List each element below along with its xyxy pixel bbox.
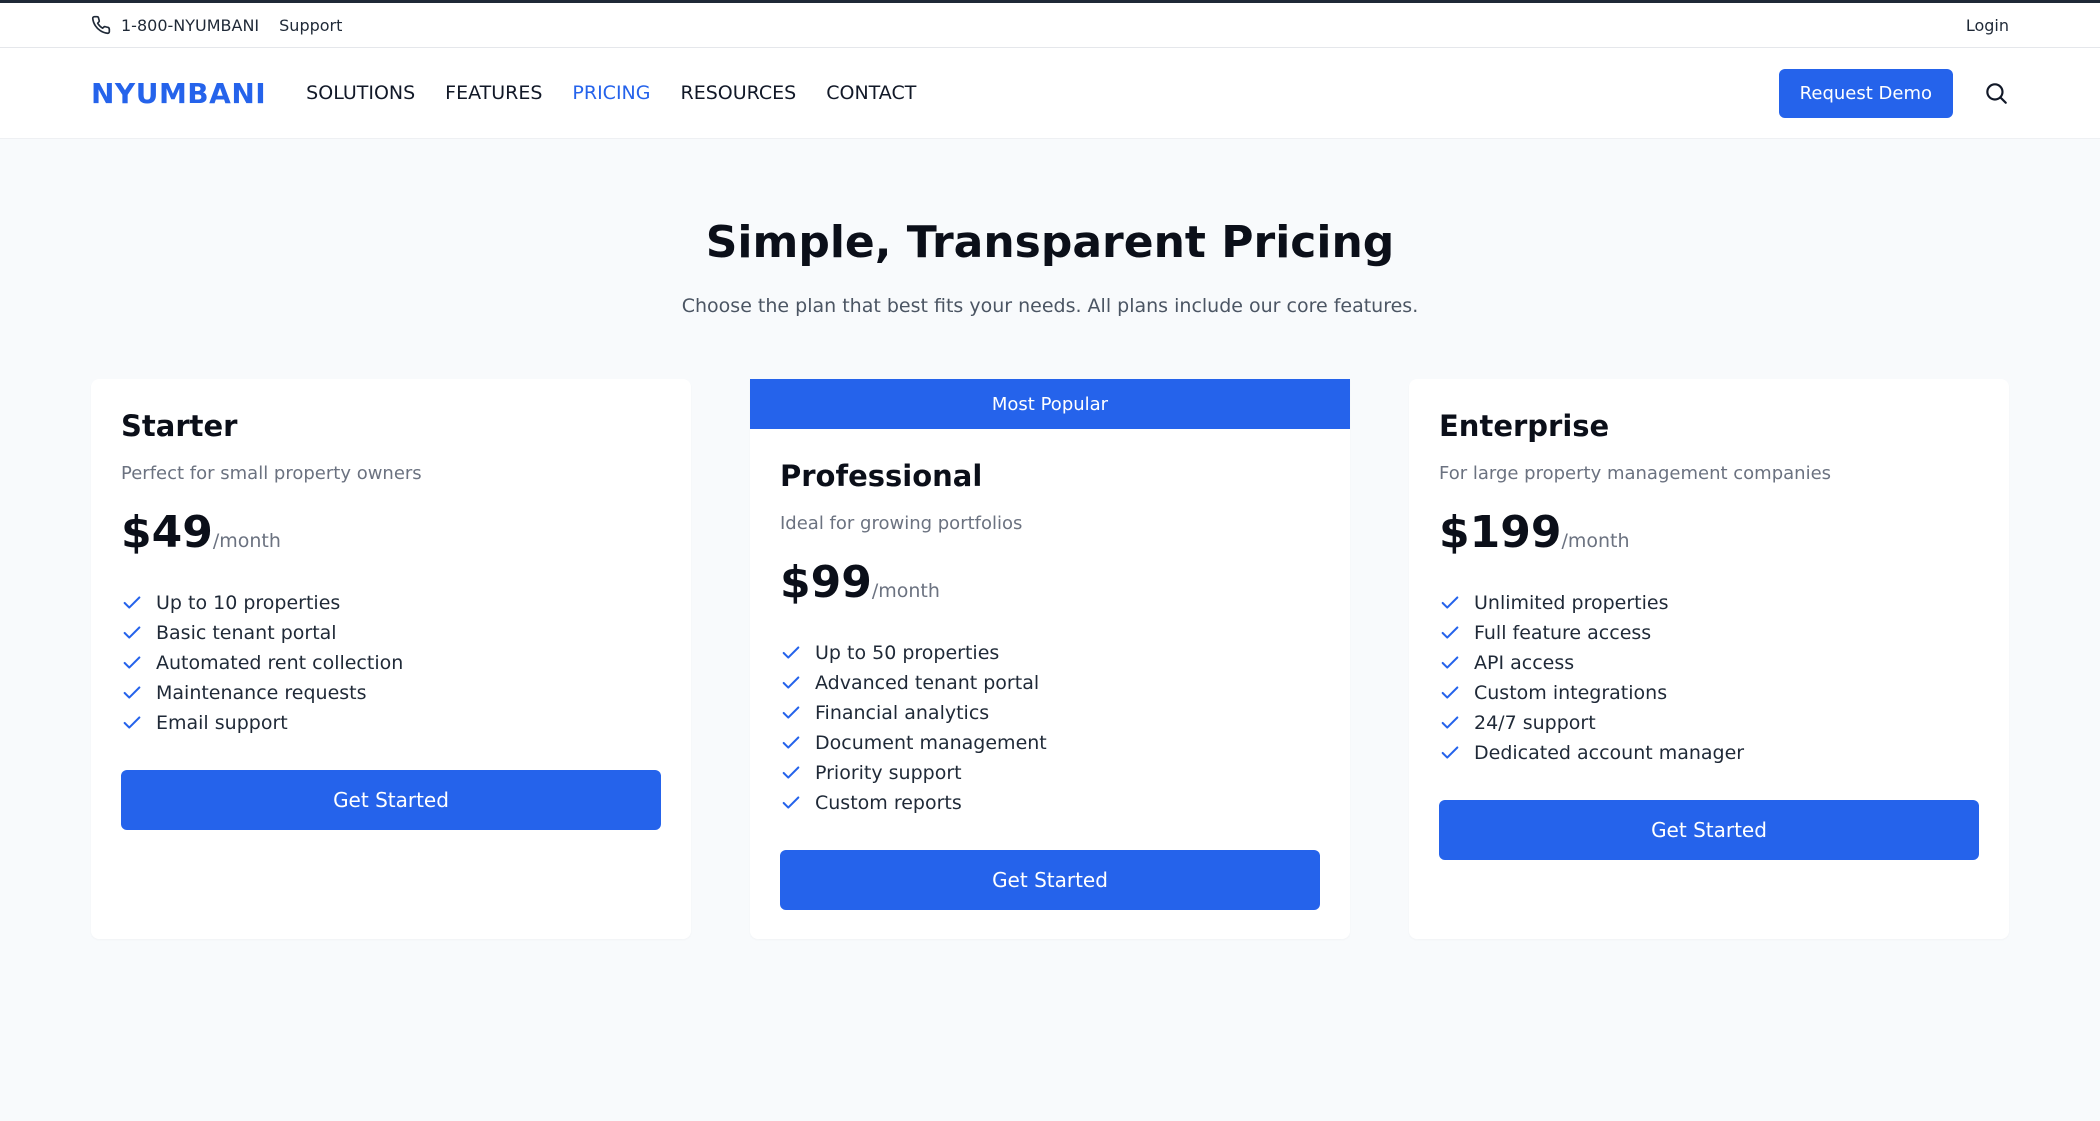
feature-text: API access — [1474, 652, 1575, 674]
nav-link-resources[interactable]: RESOURCES — [681, 82, 797, 104]
check-icon — [780, 762, 802, 784]
plan-description: Perfect for small property owners — [121, 463, 422, 484]
feature-item: Custom reports — [780, 788, 1320, 818]
check-icon — [1439, 652, 1461, 674]
feature-text: Custom reports — [815, 792, 962, 814]
page-subtitle: Choose the plan that best fits your need… — [681, 295, 1419, 317]
feature-text: Full feature access — [1474, 622, 1652, 644]
plan-price: $199 — [1439, 507, 1562, 558]
plan-description: For large property management companies — [1439, 463, 1832, 484]
nav-link-features[interactable]: FEATURES — [445, 82, 542, 104]
feature-text: Up to 10 properties — [156, 592, 341, 614]
feature-text: Advanced tenant portal — [815, 672, 1040, 694]
feature-item: Priority support — [780, 758, 1320, 788]
nav-link-solutions[interactable]: SOLUTIONS — [306, 82, 415, 104]
feature-item: Unlimited properties — [1439, 588, 1979, 618]
check-icon — [780, 792, 802, 814]
feature-text: 24/7 support — [1474, 712, 1596, 734]
pricing-cards: Starter Perfect for small property owner… — [0, 379, 2100, 939]
plan-period: /month — [212, 530, 281, 552]
plan-price: $99 — [780, 557, 872, 608]
feature-text: Maintenance requests — [156, 682, 367, 704]
feature-item: Email support — [121, 708, 661, 738]
main-nav: NYUMBANI SOLUTIONS FEATURES PRICING RESO… — [0, 48, 2100, 139]
check-icon — [1439, 592, 1461, 614]
check-icon — [780, 672, 802, 694]
check-icon — [1439, 742, 1461, 764]
login-link[interactable]: Login — [1966, 16, 2009, 35]
check-icon — [121, 622, 143, 644]
feature-item: Dedicated account manager — [1439, 738, 1979, 768]
check-icon — [121, 652, 143, 674]
plan-name: Enterprise — [1439, 409, 1610, 443]
check-icon — [121, 712, 143, 734]
request-demo-button[interactable]: Request Demo — [1778, 68, 1953, 118]
search-icon[interactable] — [1983, 80, 2009, 106]
feature-item: 24/7 support — [1439, 708, 1979, 738]
plan-card-professional: Most Popular Professional Ideal for grow… — [750, 379, 1350, 939]
plan-name: Starter — [121, 409, 238, 443]
get-started-button[interactable]: Get Started — [121, 770, 661, 830]
price-row: $49 /month — [121, 507, 661, 558]
plan-card-enterprise: Enterprise For large property management… — [1409, 379, 2009, 939]
feature-text: Up to 50 properties — [815, 642, 1000, 664]
feature-item: API access — [1439, 648, 1979, 678]
plan-period: /month — [1561, 530, 1630, 552]
feature-text: Document management — [815, 732, 1047, 754]
feature-list: Up to 10 properties Basic tenant portal … — [121, 588, 661, 738]
feature-item: Document management — [780, 728, 1320, 758]
feature-text: Custom integrations — [1474, 682, 1668, 704]
check-icon — [780, 642, 802, 664]
phone-icon — [91, 15, 111, 35]
plan-name: Professional — [780, 459, 983, 493]
check-icon — [1439, 682, 1461, 704]
nav-link-contact[interactable]: CONTACT — [826, 82, 916, 104]
phone-number[interactable]: 1-800-NYUMBANI — [121, 16, 259, 35]
feature-item: Up to 50 properties — [780, 638, 1320, 668]
feature-item: Custom integrations — [1439, 678, 1979, 708]
feature-item: Financial analytics — [780, 698, 1320, 728]
plan-description: Ideal for growing portfolios — [780, 513, 1023, 534]
check-icon — [1439, 712, 1461, 734]
feature-text: Automated rent collection — [156, 652, 404, 674]
plan-price: $49 — [121, 507, 213, 558]
price-row: $99 /month — [780, 557, 1320, 608]
get-started-button[interactable]: Get Started — [1439, 800, 1979, 860]
feature-text: Basic tenant portal — [156, 622, 337, 644]
feature-item: Basic tenant portal — [121, 618, 661, 648]
feature-item: Automated rent collection — [121, 648, 661, 678]
feature-item: Maintenance requests — [121, 678, 661, 708]
check-icon — [1439, 622, 1461, 644]
feature-text: Unlimited properties — [1474, 592, 1669, 614]
pricing-header: Simple, Transparent Pricing Choose the p… — [0, 139, 2100, 317]
most-popular-badge: Most Popular — [750, 379, 1350, 429]
check-icon — [780, 732, 802, 754]
check-icon — [780, 702, 802, 724]
feature-text: Priority support — [815, 762, 962, 784]
feature-list: Up to 50 properties Advanced tenant port… — [780, 638, 1320, 818]
feature-list: Unlimited properties Full feature access… — [1439, 588, 1979, 768]
contact-info: 1-800-NYUMBANI Support — [91, 15, 342, 35]
feature-text: Dedicated account manager — [1474, 742, 1745, 764]
nav-link-pricing[interactable]: PRICING — [572, 82, 650, 104]
get-started-button[interactable]: Get Started — [780, 850, 1320, 910]
plan-card-starter: Starter Perfect for small property owner… — [91, 379, 691, 939]
check-icon — [121, 592, 143, 614]
price-row: $199 /month — [1439, 507, 1979, 558]
feature-text: Financial analytics — [815, 702, 990, 724]
brand-logo[interactable]: NYUMBANI — [91, 77, 266, 110]
page-title: Simple, Transparent Pricing — [705, 217, 1395, 268]
feature-item: Up to 10 properties — [121, 588, 661, 618]
feature-text: Email support — [156, 712, 288, 734]
support-link[interactable]: Support — [279, 16, 342, 35]
feature-item: Full feature access — [1439, 618, 1979, 648]
feature-item: Advanced tenant portal — [780, 668, 1320, 698]
top-bar: 1-800-NYUMBANI Support Login — [0, 0, 2100, 48]
plan-period: /month — [871, 580, 940, 602]
check-icon — [121, 682, 143, 704]
